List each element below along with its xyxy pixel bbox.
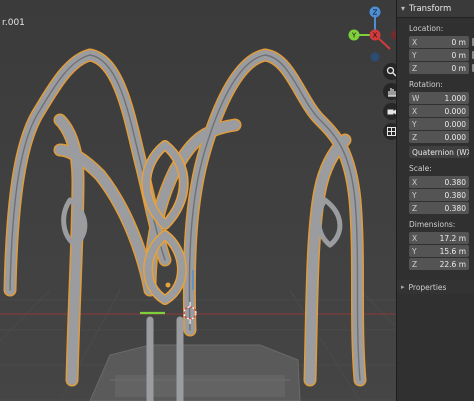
dimensions-y-field[interactable]: Y 15.6 m [409,245,469,257]
location-x-field[interactable]: X0 m [409,36,474,48]
rotation-x-field[interactable]: X 0.000 [409,105,469,117]
rotation-y-field[interactable]: Y 0.000 [409,118,469,130]
location-label: Location: [409,23,444,33]
chevron-right-icon: ▸ [401,283,405,291]
sidebar-panel: ▾ Transform Location: X0 m Y0 m Z0 m Rot… [396,0,474,401]
base-platform [89,344,301,401]
scale-x-field[interactable]: X 0.380 [409,176,469,188]
transform-panel-header[interactable]: ▾ Transform [397,0,474,18]
properties-panel-header[interactable]: ▸ Properties [397,280,474,294]
location-fields: X0 m Y0 m Z0 m [397,36,474,74]
3d-viewport[interactable]: r.001 Z Y X [0,0,412,401]
scale-z-field[interactable]: Z 0.380 [409,202,469,214]
blender-window: { "viewport": { "object_name": "r.001", … [0,0,474,401]
dimensions-fields: X 17.2 m Y 15.6 m Z 22.6 m [397,232,474,270]
viewport-scene [0,0,412,401]
chevron-down-icon: ▾ [401,4,406,13]
location-z-field[interactable]: Z0 m [409,62,474,74]
panel-title: Transform [409,3,452,14]
dimensions-x-field[interactable]: X 17.2 m [409,232,469,244]
dimensions-label: Dimensions: [409,219,456,229]
dimensions-z-field[interactable]: Z 22.6 m [409,258,469,270]
rotation-label: Rotation: [409,79,443,89]
rotation-mode-select[interactable]: Quaternion (WXYZ) [409,146,469,158]
rotation-fields: W 1.000 X 0.000 Y 0.000 Z 0.000 [397,92,474,143]
scale-fields: X 0.380 Y 0.380 Z 0.380 [397,176,474,214]
object-name-label: r.001 [2,18,25,28]
rotation-z-field[interactable]: Z 0.000 [409,131,469,143]
properties-label: Properties [408,282,447,292]
location-y-field[interactable]: Y0 m [409,49,474,61]
rotation-w-field[interactable]: W 1.000 [409,92,469,104]
scale-label: Scale: [409,163,432,173]
scale-y-field[interactable]: Y 0.380 [409,189,469,201]
object-origin [165,282,171,288]
